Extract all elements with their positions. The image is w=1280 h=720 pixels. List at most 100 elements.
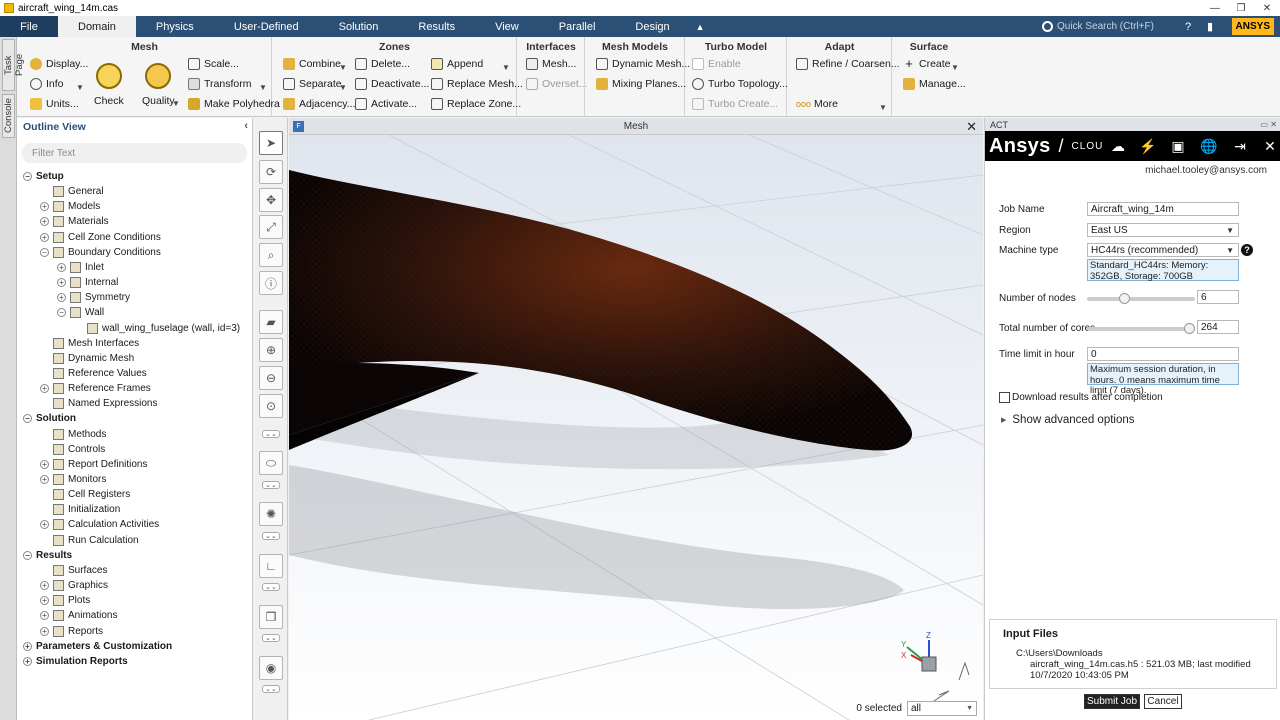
tree-item[interactable]: Run Calculation <box>40 533 139 548</box>
expand-icon[interactable]: + <box>40 596 49 606</box>
selection-filter-select[interactable]: all <box>907 701 977 716</box>
tree-item[interactable]: − Setup <box>23 169 64 184</box>
sign-out-icon[interactable]: ⇥ <box>1231 137 1249 155</box>
zoom-out-icon[interactable]: ⊖ <box>259 366 283 390</box>
zoom-in-icon[interactable]: ⊕ <box>259 338 283 362</box>
expand-icon[interactable]: + <box>57 278 66 288</box>
quick-search[interactable]: Quick Search (Ctrl+F) <box>1038 18 1176 35</box>
tree-item[interactable]: + Monitors <box>40 472 106 487</box>
zoom-reset-icon[interactable]: ⊙ <box>259 394 283 418</box>
probe-icon[interactable]: ⓘ <box>259 271 283 295</box>
tab-parallel[interactable]: Parallel <box>539 16 616 37</box>
tab-physics[interactable]: Physics <box>136 16 214 37</box>
tab-solution[interactable]: Solution <box>319 16 399 37</box>
machine-type-select[interactable]: HC44rs (recommended) <box>1087 243 1239 257</box>
pan-tool-icon[interactable]: ✥ <box>259 188 283 212</box>
expand-toolbar-icon[interactable]: ⌄⌄ <box>262 532 280 540</box>
tree-item[interactable]: + Materials <box>40 214 109 229</box>
expand-toolbar-icon[interactable]: ⌄⌄ <box>262 430 280 438</box>
cancel-button[interactable]: Cancel <box>1144 694 1182 709</box>
turbo-topology-button[interactable]: Turbo Topology... <box>692 78 788 90</box>
collapse-ribbon-icon[interactable]: ▲ <box>696 22 705 32</box>
adapt-more-button[interactable]: ooo More <box>796 98 838 110</box>
display-button[interactable]: Display... <box>30 58 88 70</box>
expand-toolbar-icon[interactable]: ⌄⌄ <box>262 583 280 591</box>
append-button[interactable]: Append <box>431 58 483 70</box>
panel-controls-icon[interactable]: ▭ ✕ <box>1261 120 1277 129</box>
time-limit-input[interactable]: 0 <box>1087 347 1239 361</box>
chevron-down-icon[interactable]: ▼ <box>879 103 887 112</box>
zoom-tool-icon[interactable]: ⤢ <box>259 215 283 239</box>
tree-item[interactable]: + Parameters & Customization <box>23 639 172 654</box>
collapse-icon[interactable]: − <box>57 308 66 318</box>
surface-manage-button[interactable]: Manage... <box>903 78 966 90</box>
tree-item[interactable]: + Calculation Activities <box>40 517 159 532</box>
zoom-box-icon[interactable]: ⌕ <box>259 243 283 267</box>
tree-item[interactable]: wall_wing_fuselage (wall, id=3) <box>74 321 240 336</box>
chevron-down-icon[interactable]: ▼ <box>259 83 267 92</box>
tree-item[interactable]: + Reference Frames <box>40 381 151 396</box>
expand-icon[interactable]: + <box>40 475 49 484</box>
expand-toolbar-icon[interactable]: ⌄⌄ <box>262 685 280 693</box>
scale-button[interactable]: Scale... <box>188 58 239 70</box>
tree-item[interactable]: General <box>40 184 104 199</box>
tree-item[interactable]: + Cell Zone Conditions <box>40 230 161 245</box>
expand-toolbar-icon[interactable]: ⌄⌄ <box>262 481 280 489</box>
tree-item[interactable]: + Report Definitions <box>40 457 147 472</box>
close-icon[interactable]: ✕ <box>1261 137 1279 155</box>
workbench-icon[interactable]: ▮ <box>1201 18 1219 35</box>
info-button[interactable]: Info <box>30 78 64 90</box>
refine-coarsen-button[interactable]: Refine / Coarsen... <box>796 58 900 70</box>
collapse-icon[interactable]: − <box>23 172 32 181</box>
expand-icon[interactable]: + <box>40 232 49 242</box>
chevron-down-icon[interactable]: ▼ <box>339 83 347 92</box>
show-advanced-options[interactable]: ▶ Show advanced options <box>1001 414 1135 426</box>
transform-button[interactable]: Transform <box>188 78 251 90</box>
task-page-tab[interactable]: Task Page <box>2 39 25 91</box>
view-eye-icon[interactable]: ◉ <box>259 656 283 680</box>
expand-icon[interactable]: + <box>57 262 66 272</box>
deactivate-button[interactable]: Deactivate... <box>355 78 429 90</box>
chevron-down-icon[interactable]: ▼ <box>502 63 510 72</box>
collapse-icon[interactable]: − <box>23 414 32 424</box>
replace-mesh-button[interactable]: Replace Mesh... <box>431 78 523 90</box>
mesh-scene[interactable]: Z X Y <box>289 135 983 720</box>
pointer-tool-icon[interactable]: ➤ <box>259 131 283 155</box>
separate-button[interactable]: Separate <box>283 78 342 90</box>
collapse-icon[interactable]: − <box>23 550 32 560</box>
download-results-checkbox[interactable]: Download results after completion <box>999 392 1163 403</box>
tree-item[interactable]: + Plots <box>40 593 90 608</box>
globe-icon[interactable]: 🌐 <box>1200 137 1218 155</box>
filter-input[interactable]: Filter Text <box>22 143 247 163</box>
minimize-icon[interactable]: — <box>1202 0 1228 16</box>
nodes-slider[interactable] <box>1087 293 1195 304</box>
make-polyhedra-button[interactable]: Make Polyhedra <box>188 98 280 110</box>
tab-view[interactable]: View <box>475 16 539 37</box>
tree-item[interactable]: Dynamic Mesh <box>40 351 134 366</box>
tree-item[interactable]: Mesh Interfaces <box>40 336 139 351</box>
nodes-input[interactable]: 6 <box>1197 290 1239 304</box>
chevron-down-icon[interactable]: ▼ <box>172 99 180 108</box>
expand-icon[interactable]: + <box>40 384 49 394</box>
activate-button[interactable]: Activate... <box>355 98 417 110</box>
ellipse-view-icon[interactable]: ⬭ <box>259 451 283 475</box>
copy-icon[interactable]: ❐ <box>259 605 283 629</box>
tab-design[interactable]: Design <box>615 16 689 37</box>
expand-icon[interactable]: + <box>40 459 49 469</box>
tab-user-defined[interactable]: User-Defined <box>214 16 319 37</box>
surface-create-button[interactable]: + Create <box>903 57 950 70</box>
chevron-down-icon[interactable]: ▼ <box>951 63 959 72</box>
expand-icon[interactable]: + <box>57 293 66 303</box>
tree-item[interactable]: + Reports <box>40 624 103 639</box>
slider-knob[interactable] <box>1184 323 1195 334</box>
rotate-tool-icon[interactable]: ⟳ <box>259 160 283 184</box>
quality-button[interactable]: Quality <box>142 63 175 107</box>
combine-button[interactable]: Combine <box>283 58 341 70</box>
collapse-icon[interactable]: − <box>40 247 49 257</box>
cores-input[interactable]: 264 <box>1197 320 1239 334</box>
cloud-sync-icon[interactable]: ☁ <box>1109 137 1127 155</box>
fit-to-window-icon[interactable]: ▰ <box>259 310 283 334</box>
restore-icon[interactable]: ❐ <box>1228 0 1254 16</box>
tree-item[interactable]: + Models <box>40 199 100 214</box>
tree-item[interactable]: Surfaces <box>40 563 107 578</box>
